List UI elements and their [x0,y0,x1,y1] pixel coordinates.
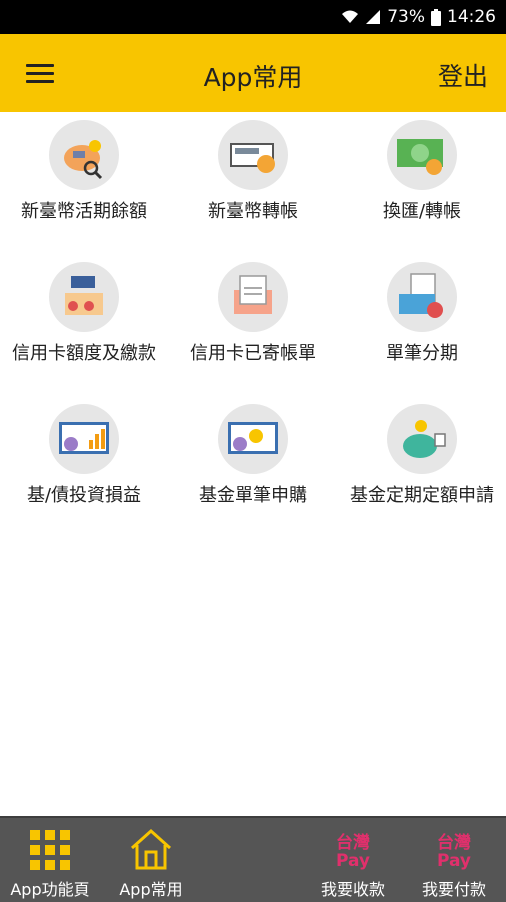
mailed-bill-icon [218,262,288,332]
tile-exchange-transfer[interactable]: 換匯/轉帳 [338,112,506,224]
investment-chart-icon [49,404,119,474]
credit-limit-payment-icon [49,262,119,332]
tile-label: 換匯/轉帳 [382,201,462,222]
tile-label: 信用卡額度及繳款 [12,343,156,364]
fund-purchase-icon [218,404,288,474]
nav-receive-payment[interactable]: 台灣 Pay 我要收款 [303,818,403,902]
tile-label: 信用卡已寄帳單 [190,343,316,364]
nav-app-functions[interactable]: App功能頁 [0,818,100,902]
clock: 14:26 [447,7,496,27]
piggy-regular-saving-icon [387,404,457,474]
tile-label: 基金單筆申購 [199,485,307,506]
tile-label: 新臺幣活期餘額 [21,201,147,222]
signal-icon [365,9,381,25]
taiwan-pay-logo: 台灣 Pay [335,833,371,871]
battery-percent: 73% [387,7,425,27]
nav-app-common[interactable]: App常用 [101,818,201,902]
status-bar: 73% 14:26 [0,0,506,34]
tile-fund-regular[interactable]: 基金定期定額申請 [338,396,506,508]
logout-button[interactable]: 登出 [438,57,488,93]
app-bar: App常用 登出 [0,34,506,112]
tile-label: 基金定期定額申請 [350,485,494,506]
page-title: App常用 [203,63,303,92]
bottom-navigation: App功能頁 App常用 台灣 Pay 我要收款 台灣 Pay 我要付款 [0,816,506,902]
nav-label: 我要付款 [421,880,486,899]
tile-twd-balance[interactable]: 新臺幣活期餘額 [0,112,168,224]
installment-bill-icon [387,262,457,332]
tile-label: 新臺幣轉帳 [208,201,298,222]
tile-credit-limit[interactable]: 信用卡額度及繳款 [0,254,168,366]
tile-investment-pl[interactable]: 基/債投資損益 [0,396,168,508]
nav-label: App功能頁 [10,880,90,899]
nav-label: App常用 [119,880,183,899]
tile-mailed-bill[interactable]: 信用卡已寄帳單 [169,254,337,366]
battery-icon [431,8,441,26]
tile-label: 基/債投資損益 [26,485,142,506]
banknote-exchange-icon [387,120,457,190]
wifi-icon [341,9,359,25]
nav-label: 我要收款 [320,880,385,899]
tile-installment[interactable]: 單筆分期 [338,254,506,366]
transfer-card-icon [218,120,288,190]
piggy-bank-search-icon [49,120,119,190]
nav-make-payment[interactable]: 台灣 Pay 我要付款 [404,818,504,902]
grid-icon [0,818,100,870]
home-icon [101,818,201,870]
tile-fund-purchase[interactable]: 基金單筆申購 [169,396,337,508]
tile-label: 單筆分期 [386,343,458,364]
tile-twd-transfer[interactable]: 新臺幣轉帳 [169,112,337,224]
taiwan-pay-logo: 台灣 Pay [436,833,472,871]
